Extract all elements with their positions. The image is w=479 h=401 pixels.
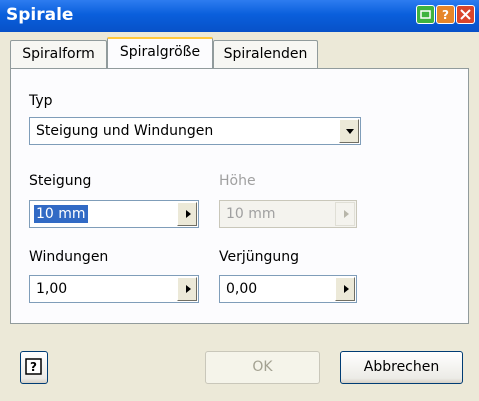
chevron-right-icon [344,285,349,293]
steigung-label: Steigung [29,173,92,189]
windungen-menu-button[interactable] [177,277,197,301]
steigung-menu-button[interactable] [177,202,197,226]
ok-button[interactable]: OK [205,351,320,384]
hoehe-menu-button [335,202,355,226]
close-icon[interactable] [456,5,475,24]
tab-spiralenden[interactable]: Spiralenden [213,40,318,68]
hoehe-label: Höhe [219,173,256,189]
hoehe-value: 10 mm [226,206,276,222]
tab-spiralform[interactable]: Spiralform [10,40,107,68]
help-button[interactable]: ? [20,351,48,384]
svg-text:?: ? [442,8,449,22]
window-title: Spirale [6,5,74,25]
tab-panel: Typ Steigung und Windungen Steigung 10 m… [10,68,469,324]
tab-spiralgroesse[interactable]: Spiralgröße [107,37,213,68]
verjuengung-label: Verjüngung [219,249,300,265]
question-mark-icon: ? [25,358,42,375]
typ-select[interactable]: Steigung und Windungen [29,117,361,145]
help-icon[interactable]: ? [436,5,455,24]
steigung-value: 10 mm [34,205,88,223]
chevron-right-icon [186,285,191,293]
svg-text:?: ? [30,360,37,374]
typ-dropdown-button[interactable] [339,119,359,143]
chevron-right-icon [186,210,191,218]
spirale-dialog: Spirale ? Spiralform Spiralgröße Spirale… [0,0,479,401]
windungen-input[interactable]: 1,00 [29,275,199,303]
windungen-label: Windungen [29,249,109,265]
title-bar[interactable]: Spirale ? [0,0,479,32]
typ-label: Typ [29,93,53,109]
chevron-right-icon [344,210,349,218]
windungen-value: 1,00 [36,281,68,297]
green-app-icon [416,5,435,24]
hoehe-input: 10 mm [219,200,357,228]
verjuengung-menu-button[interactable] [335,277,355,301]
cancel-button[interactable]: Abbrechen [340,351,463,384]
verjuengung-input[interactable]: 0,00 [219,275,357,303]
chevron-down-icon [346,129,354,134]
steigung-input[interactable]: 10 mm [29,200,199,228]
typ-select-value: Steigung und Windungen [36,123,214,139]
verjuengung-value: 0,00 [226,281,258,297]
